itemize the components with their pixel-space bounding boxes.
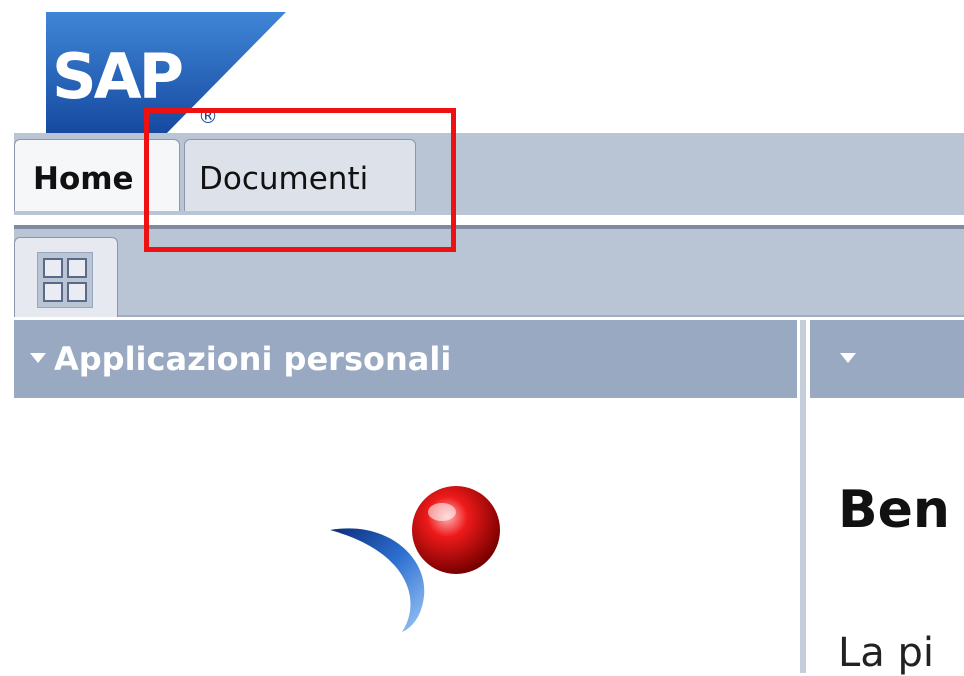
welcome-heading: Ben [838,480,950,540]
highlight-box [144,108,456,252]
triangle-down-icon[interactable] [840,353,856,363]
grid-icon [37,252,93,308]
panel-header-right[interactable] [810,320,964,398]
panel-header-applicazioni[interactable]: Applicazioni personali [14,320,797,398]
panel-title: Applicazioni personali [54,340,452,378]
logo-text: SAP [52,40,182,113]
subtab-overview[interactable] [14,237,118,317]
welcome-text: La pi [838,630,935,676]
application-icon[interactable] [318,480,518,640]
triangle-down-icon[interactable] [30,353,46,363]
panel-divider-line [800,320,806,673]
